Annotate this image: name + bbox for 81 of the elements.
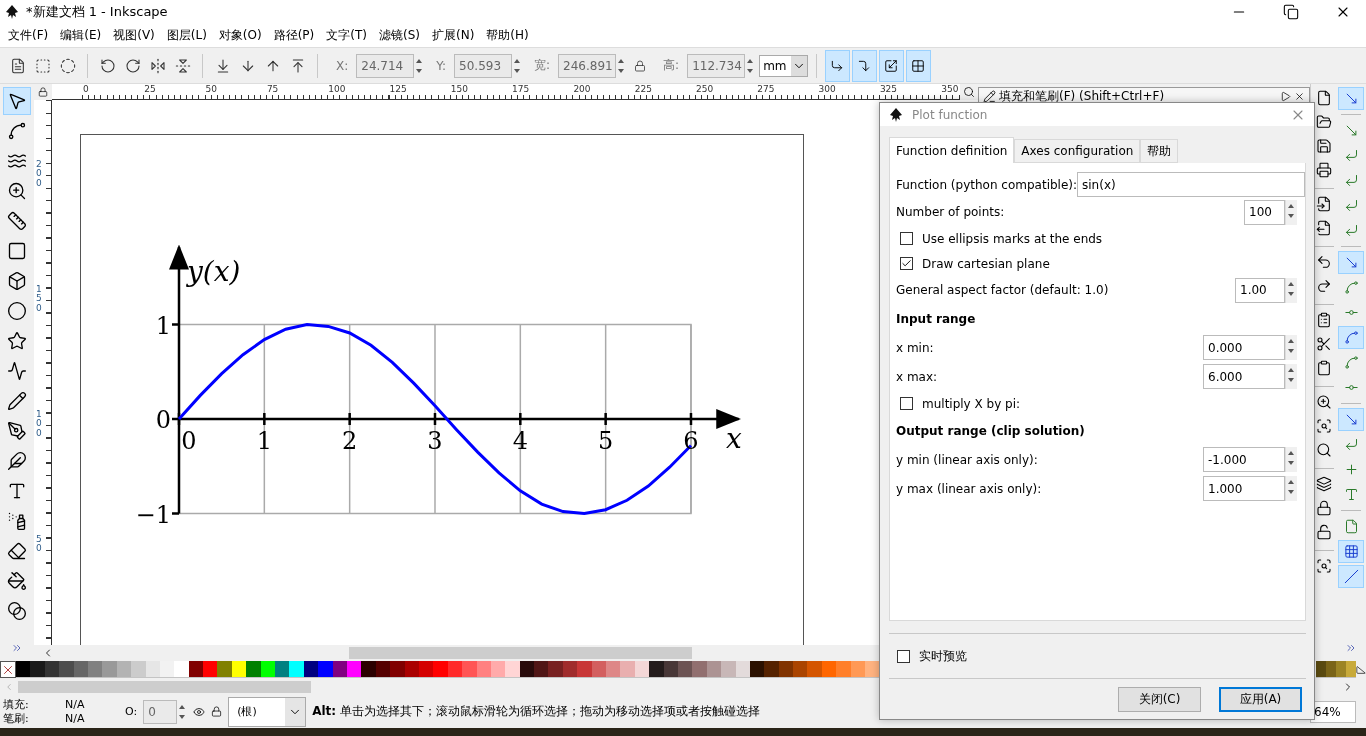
number-field[interactable]: -1.000 [1203, 447, 1285, 472]
checkbox-label: multiply X by pi: [922, 396, 1021, 411]
unit-select[interactable]: mm [759, 54, 808, 77]
field-label: y max (linear axis only): [896, 481, 1043, 496]
ruler-label: 75 [266, 84, 279, 94]
menu-item[interactable]: 文件(F) [2, 26, 55, 44]
field-label: x max: [896, 369, 939, 384]
field-label: 宽: [534, 57, 551, 74]
tick-label: 4 [512, 427, 528, 455]
axis-label: y(x) [187, 255, 241, 288]
ruler-label: 250 [696, 84, 714, 94]
checkbox-label: Use ellipsis marks at the ends [922, 231, 1103, 246]
layer-select[interactable]: (根) [228, 696, 307, 727]
field-label: Number of points: [896, 205, 1006, 219]
tick-label: −1 [135, 500, 171, 529]
section-heading: Input range [896, 311, 977, 326]
fill-value: N/A [65, 697, 86, 712]
dock-title: 填充和笔刷(F) (Shift+Ctrl+F) [999, 88, 1166, 105]
checkbox-label: Draw cartesian plane [922, 256, 1050, 271]
tick-label: 1 [155, 311, 171, 340]
field-label: x min: [896, 340, 935, 355]
checkbox-label: 实时预览 [919, 647, 967, 665]
dialog-button[interactable]: 应用(A) [1219, 686, 1302, 712]
ruler-label: 225 [634, 84, 652, 94]
ruler-label: 150 [450, 84, 468, 94]
ruler-label: 325 [879, 84, 898, 94]
ruler-label: 100 [36, 410, 42, 439]
field-label: Function (python compatible): [896, 177, 1078, 192]
tab[interactable]: Function definition [889, 137, 1015, 163]
ruler-label: 25 [144, 84, 156, 94]
menu-item[interactable]: 文字(T) [320, 26, 373, 44]
ruler-label: 50 [36, 535, 42, 554]
menu-item[interactable]: 扩展(N) [425, 26, 481, 44]
ruler-label: 50 [205, 84, 218, 94]
field-label: 高: [663, 57, 680, 74]
tick-label: 6 [683, 427, 699, 455]
menu-item[interactable]: 路径(P) [267, 26, 321, 44]
ruler-label: 275 [757, 84, 775, 94]
menu-item[interactable]: 滤镜(S) [373, 26, 426, 44]
fill-label: 填充: [3, 697, 30, 712]
axis-label: x [726, 422, 742, 455]
menu-item[interactable]: 对象(O) [212, 26, 268, 44]
field-label: General aspect factor (default: 1.0) [896, 283, 1110, 297]
tick-label: 2 [342, 427, 358, 455]
ruler-label: 0 [83, 84, 89, 94]
tick-label: 5 [598, 427, 614, 455]
tick-label: 3 [427, 427, 443, 455]
menu-item[interactable]: 视图(V) [107, 26, 161, 44]
window-title: *新建文档 1 - Inkscape [26, 2, 169, 21]
number-field[interactable]: 1.00 [1235, 277, 1285, 303]
section-heading: Output range (clip solution) [896, 423, 1086, 438]
menu-item[interactable]: 图层(L) [160, 26, 213, 44]
number-field[interactable]: 6.000 [1203, 364, 1285, 389]
tick-label: 0 [155, 406, 171, 434]
ruler-label: 125 [389, 84, 407, 94]
field-label: Y: [436, 58, 447, 73]
field-label: X: [336, 58, 349, 73]
number-field[interactable]: 100 [1244, 199, 1285, 225]
opacity-label: O: [125, 705, 138, 718]
tick-label: 1 [256, 427, 272, 455]
menu-item[interactable]: 帮助(H) [480, 26, 535, 44]
number-field[interactable]: 0.000 [1203, 335, 1285, 360]
tab[interactable]: Axes configuration [1014, 139, 1141, 163]
status-message: Alt: 单击为选择其下；滚动鼠标滑轮为循环选择；拖动为移动选择项或者按触碰选择 [312, 703, 760, 720]
stroke-value: N/A [65, 711, 86, 726]
ruler-label: 100 [328, 84, 346, 94]
stroke-label: 笔刷: [3, 711, 30, 726]
dialog-button[interactable]: 关闭(C) [1118, 686, 1201, 712]
tab[interactable]: 帮助 [1140, 139, 1179, 163]
field-label: y min (linear axis only): [896, 452, 1039, 467]
ruler-label: 150 [36, 285, 42, 314]
dialog-title: Plot function [912, 107, 989, 122]
ruler-label: 300 [818, 84, 836, 94]
menu-item[interactable]: 编辑(E) [54, 26, 108, 44]
ruler-label: 175 [512, 84, 530, 94]
tick-label: 0 [181, 427, 197, 455]
function-field[interactable]: sin(x) [1077, 172, 1306, 197]
ruler-label: 200 [36, 160, 42, 189]
ruler-label: 200 [573, 84, 591, 94]
ruler-label: 350 [941, 84, 959, 94]
number-field[interactable]: 1.000 [1203, 476, 1285, 501]
